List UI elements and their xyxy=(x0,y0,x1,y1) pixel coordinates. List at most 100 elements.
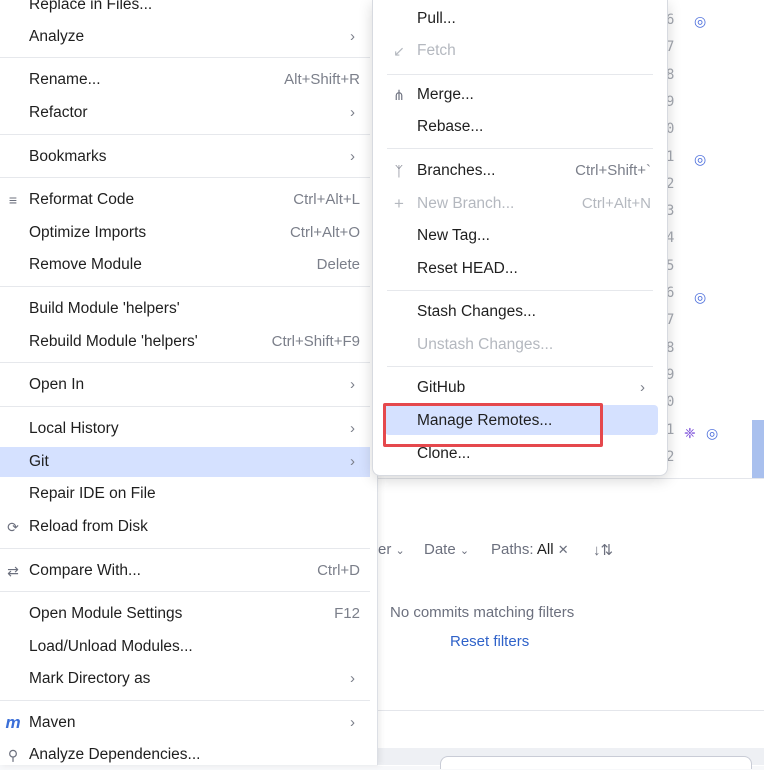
gutter-line-number: 6 xyxy=(666,285,675,301)
chevron-right-icon: › xyxy=(350,104,355,121)
git-menu-github[interactable]: GitHub › xyxy=(373,373,667,403)
menu-separator xyxy=(0,177,370,178)
commit-details-field xyxy=(440,756,752,769)
maven-icon: m xyxy=(5,713,21,732)
vcs-annotation-icon[interactable]: ◎ xyxy=(694,12,712,30)
menu-item-maven[interactable]: m Maven › xyxy=(0,708,377,738)
git-menu-stash-changes[interactable]: Stash Changes... xyxy=(373,297,667,327)
menu-item-build-module[interactable]: Build Module 'helpers' xyxy=(0,294,377,324)
gutter-line-number: 8 xyxy=(666,66,675,83)
menu-item-refactor[interactable]: Refactor › xyxy=(0,98,377,128)
git-menu-rebase[interactable]: Rebase... xyxy=(373,112,667,142)
gutter-line-number: 5 xyxy=(666,257,675,274)
dependencies-icon: ⚲ xyxy=(7,747,19,763)
menu-item-mark-directory-as[interactable]: Mark Directory as › xyxy=(0,664,377,694)
menu-item-label: Replace in Files... xyxy=(29,0,153,13)
divider xyxy=(378,710,764,711)
paths-filter-value: All xyxy=(536,541,554,558)
menu-item-reformat-code[interactable]: ≡ Reformat Code Ctrl+Alt+L xyxy=(0,185,377,215)
menu-item-label: Analyze xyxy=(29,28,85,45)
user-filter[interactable]: er ⌄ xyxy=(378,541,405,558)
menu-item-rename[interactable]: Rename... Alt+Shift+R xyxy=(0,65,377,95)
menu-item-shortcut: Ctrl+Alt+L xyxy=(293,191,360,208)
reformat-icon: ≡ xyxy=(8,192,18,208)
menu-separator xyxy=(0,286,370,287)
menu-item-analyze-dependencies[interactable]: ⚲ Analyze Dependencies... xyxy=(0,740,377,770)
menu-item-reload-from-disk[interactable]: ⟳ Reload from Disk xyxy=(0,512,377,542)
menu-separator xyxy=(387,148,653,149)
date-filter-label: Date xyxy=(424,541,456,558)
chevron-right-icon: › xyxy=(350,453,355,470)
menu-item-open-in[interactable]: Open In › xyxy=(0,370,377,400)
chevron-right-icon: › xyxy=(350,714,355,731)
menu-item-shortcut: Delete xyxy=(316,256,360,273)
menu-item-label: Analyze Dependencies... xyxy=(29,746,201,763)
menu-separator xyxy=(0,362,370,363)
menu-item-label: Pull... xyxy=(417,10,456,27)
menu-item-label: Open In xyxy=(29,376,85,393)
menu-item-load-unload-modules[interactable]: Load/Unload Modules... xyxy=(0,632,377,662)
git-menu-fetch[interactable]: ↙ Fetch xyxy=(373,36,667,66)
menu-item-rebuild-module[interactable]: Rebuild Module 'helpers' Ctrl+Shift+F9 xyxy=(0,327,377,357)
menu-item-shortcut: Alt+Shift+R xyxy=(284,71,360,88)
menu-item-shortcut: Ctrl+Alt+O xyxy=(289,224,360,241)
gutter-line-number: 4 xyxy=(666,230,675,247)
vcs-annotation-icon[interactable]: ◎ xyxy=(694,288,712,306)
menu-item-bookmarks[interactable]: Bookmarks › xyxy=(0,142,377,172)
compare-icon: ⇄ xyxy=(7,563,19,579)
gutter-line-number: 3 xyxy=(666,203,675,220)
menu-item-compare-with[interactable]: ⇄ Compare With... Ctrl+D xyxy=(0,556,377,586)
git-menu-merge[interactable]: ⋔ Merge... xyxy=(373,80,667,110)
menu-separator xyxy=(0,406,370,407)
empty-log-message: No commits matching filters xyxy=(390,604,575,621)
menu-item-label: Unstash Changes... xyxy=(417,336,554,353)
menu-separator xyxy=(0,700,370,701)
sort-icon[interactable]: ↓⇅ xyxy=(593,541,613,559)
menu-item-label: Git xyxy=(29,453,49,470)
paths-filter[interactable]: Paths: All ✕ xyxy=(491,541,569,558)
menu-item-repair-ide[interactable]: Repair IDE on File xyxy=(0,479,377,509)
chevron-down-icon: ⌄ xyxy=(395,545,405,557)
date-filter[interactable]: Date ⌄ xyxy=(424,541,469,558)
git-menu-new-branch[interactable]: + New Branch... Ctrl+Alt+N xyxy=(373,189,667,219)
git-menu-unstash-changes[interactable]: Unstash Changes... xyxy=(373,330,667,360)
menu-item-label: New Branch... xyxy=(417,195,515,212)
merge-icon: ⋔ xyxy=(393,87,405,103)
chevron-right-icon: › xyxy=(350,148,355,165)
vcs-annotation-icon[interactable]: ◎ xyxy=(694,150,712,168)
git-menu-reset-head[interactable]: Reset HEAD... xyxy=(373,254,667,284)
reset-filters-link[interactable]: Reset filters xyxy=(450,633,529,650)
menu-item-optimize-imports[interactable]: Optimize Imports Ctrl+Alt+O xyxy=(0,218,377,248)
gutter-line-number: 6 xyxy=(666,12,675,28)
gutter-line-number: 2 xyxy=(666,175,675,192)
menu-item-shortcut: Ctrl+Shift+` xyxy=(575,162,651,179)
chevron-right-icon: › xyxy=(350,670,355,687)
menu-item-open-module-settings[interactable]: Open Module Settings F12 xyxy=(0,599,377,629)
menu-item-label: Load/Unload Modules... xyxy=(29,638,193,655)
user-filter-label: er xyxy=(378,541,392,558)
menu-item-replace-in-files[interactable]: Replace in Files... xyxy=(0,0,377,20)
git-menu-branches[interactable]: ᛉ Branches... Ctrl+Shift+` xyxy=(373,156,667,186)
menu-item-label: New Tag... xyxy=(417,227,490,244)
gutter-line-number: 7 xyxy=(666,312,675,329)
menu-item-remove-module[interactable]: Remove Module Delete xyxy=(0,250,377,280)
clear-icon[interactable]: ✕ xyxy=(558,542,569,557)
menu-item-local-history[interactable]: Local History › xyxy=(0,414,377,444)
chevron-right-icon: › xyxy=(350,376,355,393)
menu-separator xyxy=(0,57,370,58)
chevron-right-icon: › xyxy=(350,28,355,45)
git-menu-pull[interactable]: Pull... xyxy=(373,4,667,34)
vcs-annotation-icon[interactable]: ◎ xyxy=(706,424,724,442)
menu-item-label: Mark Directory as xyxy=(29,670,151,687)
menu-item-analyze[interactable]: Analyze › xyxy=(0,22,377,52)
plus-icon: + xyxy=(394,194,404,213)
ai-assistant-icon[interactable]: ❈ xyxy=(684,425,700,441)
menu-item-label: Branches... xyxy=(417,162,496,179)
branch-icon: ᛉ xyxy=(394,163,404,179)
git-menu-new-tag[interactable]: New Tag... xyxy=(373,221,667,251)
menu-item-git[interactable]: Git › xyxy=(0,447,370,477)
menu-item-label: Compare With... xyxy=(29,562,141,579)
editor-caret-line-marker xyxy=(752,420,764,478)
gutter-line-number: 9 xyxy=(666,366,675,383)
menu-item-shortcut: F12 xyxy=(334,605,360,622)
